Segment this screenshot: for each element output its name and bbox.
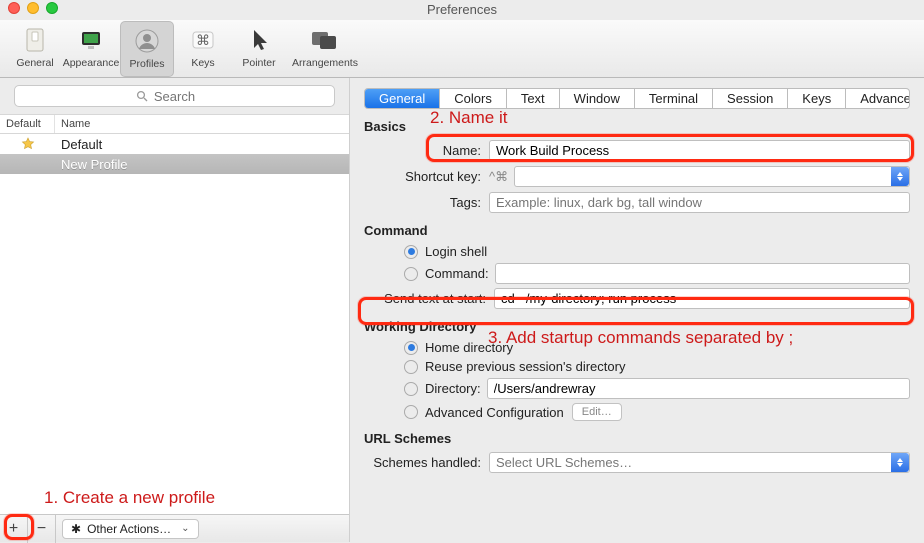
directory-label: Directory: [425,381,481,396]
ptab-advanced[interactable]: Advanced [846,89,910,108]
ptab-colors[interactable]: Colors [440,89,507,108]
ptab-terminal[interactable]: Terminal [635,89,713,108]
schemes-value: Select URL Schemes… [496,455,632,470]
radio-icon [404,405,418,419]
send-start-input[interactable] [494,288,910,309]
search-field[interactable] [15,89,334,104]
radio-command[interactable]: Command: [364,263,910,284]
tags-label: Tags: [364,195,489,210]
tab-arrangements-label: Arrangements [292,57,358,69]
tab-general-label: General [16,57,53,69]
command-label: Command: [425,266,489,281]
tab-arrangements[interactable]: Arrangements [288,21,362,77]
profiles-sidebar: Default Name Default New Profile 1. Crea… [0,78,350,542]
sidebar-footer: + − ✱ Other Actions… ⌄ [0,514,349,542]
radio-icon [404,341,418,355]
other-actions-label: Other Actions… [87,522,171,536]
radio-home-dir[interactable]: Home directory [364,340,910,355]
tab-general[interactable]: General [8,21,62,77]
ptab-general[interactable]: General [365,89,440,108]
radio-icon [404,245,418,259]
section-basics: Basics [364,119,910,134]
tab-keys[interactable]: ⌘ Keys [176,21,230,77]
radio-icon [404,360,418,374]
radio-icon [404,267,418,281]
radio-login-shell[interactable]: Login shell [364,244,910,259]
remove-profile-button[interactable]: − [28,515,56,543]
section-url: URL Schemes [364,431,910,446]
tab-keys-label: Keys [191,57,214,69]
name-label: Name: [364,143,489,158]
command-input[interactable] [495,263,910,284]
profile-name: Default [55,137,349,152]
profiles-list: Default New Profile [0,134,349,514]
shortcut-modifiers: ^⌘ [489,169,508,185]
login-shell-label: Login shell [425,244,487,259]
edit-button[interactable]: Edit… [572,403,622,421]
dropdown-caret-icon [891,167,909,186]
search-icon [136,90,148,102]
cursor-icon [242,23,276,57]
col-default[interactable]: Default [0,115,55,133]
command-icon: ⌘ [186,23,220,57]
ptab-session[interactable]: Session [713,89,788,108]
add-profile-button[interactable]: + [0,515,28,543]
tab-appearance-label: Appearance [63,57,120,69]
tab-profiles-label: Profiles [129,58,164,70]
section-workdir: Working Directory [364,319,910,334]
section-command: Command [364,223,910,238]
other-actions-menu[interactable]: ✱ Other Actions… ⌄ [62,519,199,539]
tab-pointer-label: Pointer [242,57,275,69]
ptab-keys[interactable]: Keys [788,89,846,108]
gear-icon: ✱ [71,522,81,536]
directory-input[interactable] [487,378,910,399]
zoom-window-button[interactable] [46,2,58,14]
radio-reuse-dir[interactable]: Reuse previous session's directory [364,359,910,374]
list-item[interactable]: Default [0,134,349,154]
shortcut-label: Shortcut key: [364,169,489,184]
dropdown-caret-icon [891,453,909,472]
close-window-button[interactable] [8,2,20,14]
advanced-label: Advanced Configuration [425,405,564,420]
window-controls [8,2,58,14]
tab-pointer[interactable]: Pointer [232,21,286,77]
radio-directory[interactable]: Directory: [364,378,910,399]
shortcut-key-select[interactable] [514,166,910,187]
search-input[interactable] [14,85,335,107]
list-item[interactable]: New Profile [0,154,349,174]
ptab-text[interactable]: Text [507,89,560,108]
profile-tabs: General Colors Text Window Terminal Sess… [364,88,910,109]
profile-name: New Profile [55,157,349,172]
profile-settings: General Colors Text Window Terminal Sess… [350,78,924,542]
tags-input[interactable] [489,192,910,213]
profiles-list-header: Default Name [0,114,349,134]
minimize-window-button[interactable] [27,2,39,14]
schemes-select[interactable]: Select URL Schemes… [489,452,910,473]
profile-name-input[interactable] [489,140,910,161]
tab-appearance[interactable]: Appearance [64,21,118,77]
tab-profiles[interactable]: Profiles [120,21,174,77]
radio-icon [404,382,418,396]
monitor-icon [74,23,108,57]
windows-icon [308,23,342,57]
preferences-toolbar: General Appearance Profiles ⌘ Keys Point… [0,20,924,78]
send-start-label: Send text at start: [364,291,494,306]
profile-icon [130,24,164,58]
col-name[interactable]: Name [55,115,349,133]
chevron-down-icon: ⌄ [181,523,189,534]
ptab-window[interactable]: Window [560,89,635,108]
reuse-dir-label: Reuse previous session's directory [425,359,625,374]
star-icon [0,137,55,151]
home-dir-label: Home directory [425,340,513,355]
radio-advanced[interactable]: Advanced Configuration Edit… [364,403,910,421]
window-title: Preferences [0,0,924,20]
schemes-label: Schemes handled: [364,455,489,470]
switch-icon [18,23,52,57]
titlebar: Preferences [0,0,924,20]
svg-text:⌘: ⌘ [196,32,210,48]
